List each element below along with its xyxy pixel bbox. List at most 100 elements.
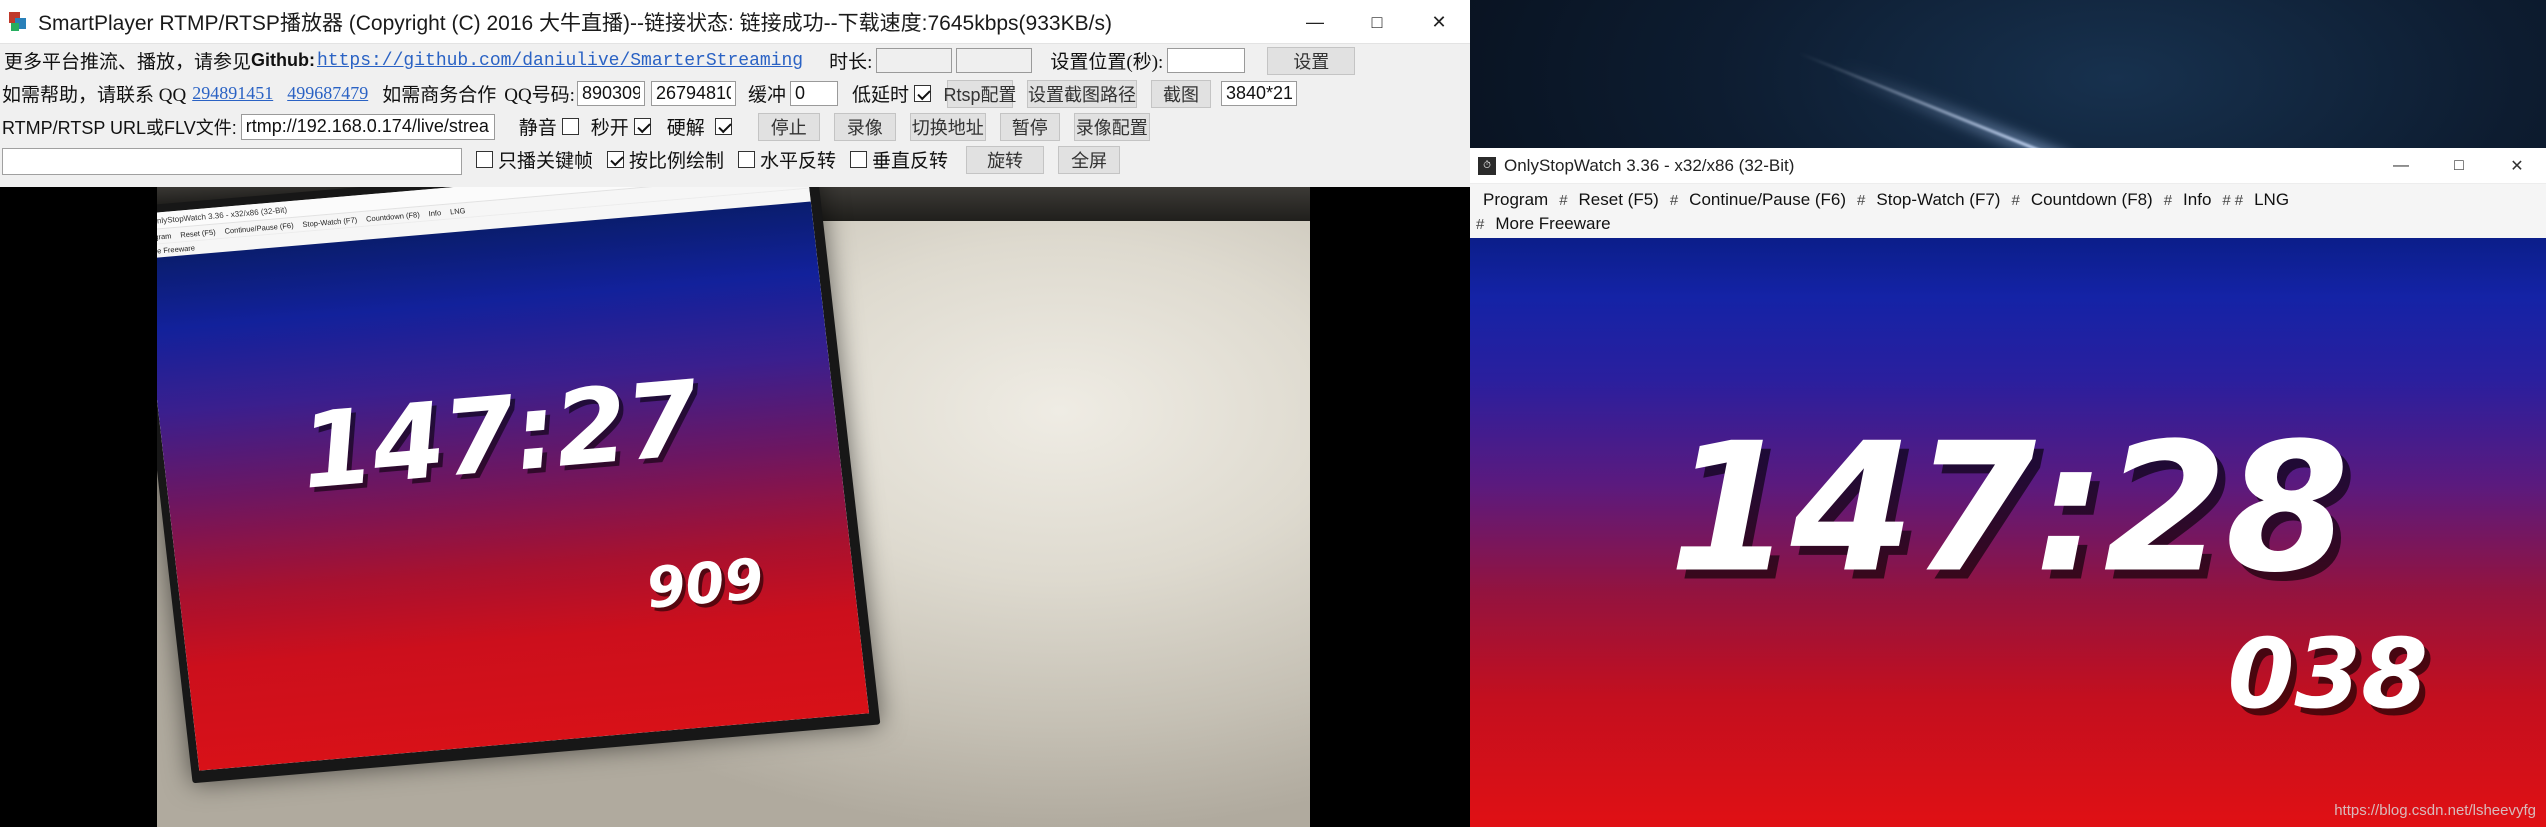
- maximize-icon[interactable]: □: [1346, 0, 1408, 44]
- fast-open-label: 秒开: [590, 118, 629, 139]
- onlystopwatch-window-controls: — □ ✕: [2372, 148, 2546, 184]
- stopwatch-display[interactable]: 147:28 038 https://blog.csdn.net/lsheevy…: [1470, 238, 2546, 827]
- qq-number-input-2[interactable]: [650, 81, 736, 106]
- inner-menu-item-lng: LNG: [449, 205, 466, 216]
- duration-input-1[interactable]: [876, 48, 953, 73]
- horizontal-flip-checkbox[interactable]: [738, 151, 756, 168]
- duration-input-2[interactable]: [956, 48, 1033, 73]
- menu-item-info[interactable]: Info: [2174, 188, 2220, 212]
- stopwatch-digits: 147:28: [1668, 404, 2349, 612]
- snapshot-path-button[interactable]: 设置截图路径: [1026, 79, 1137, 108]
- qq-number-input-1[interactable]: [576, 81, 645, 106]
- inner-menu-item-reset: Reset (F5): [179, 227, 217, 240]
- mute-label: 静音: [518, 118, 557, 139]
- qq-number-label: QQ号码:: [504, 85, 575, 106]
- snapshot-button[interactable]: 截图: [1150, 79, 1211, 108]
- keyframe-only-checkbox[interactable]: [476, 151, 493, 168]
- aspect-ratio-label: 按比例绘制: [629, 151, 725, 172]
- watermark-text: https://blog.csdn.net/lsheevyfg: [2334, 802, 2536, 819]
- status-input[interactable]: [2, 148, 462, 175]
- url-label: RTMP/RTSP URL或FLV文件:: [2, 117, 237, 138]
- menu-item-more-freeware[interactable]: More Freeware: [1486, 212, 1619, 236]
- window-controls: — □ ✕: [1284, 0, 1470, 44]
- video-preview-area[interactable]: OnlyStopWatch 3.36 - x32/x86 (32-Bit) Pr…: [0, 187, 1470, 827]
- inner-menu-item-stopwatch: Stop-Watch (F7): [301, 214, 358, 229]
- menu-separator-7: #: [2234, 191, 2244, 209]
- menu-separator-3: #: [1857, 191, 1866, 209]
- record-config-button[interactable]: 录像配置: [1073, 112, 1150, 141]
- smartplayer-window: SmartPlayer RTMP/RTSP播放器 (Copyright (C) …: [0, 0, 1470, 827]
- close-icon[interactable]: ✕: [1408, 0, 1470, 44]
- osw-maximize-icon[interactable]: □: [2430, 148, 2488, 184]
- position-input[interactable]: [1167, 48, 1246, 73]
- photographed-screen: OnlyStopWatch 3.36 - x32/x86 (32-Bit) Pr…: [157, 187, 1286, 827]
- menu-item-reset[interactable]: Reset (F5): [1570, 188, 1668, 212]
- github-link[interactable]: https://github.com/daniulive/SmarterStre…: [317, 51, 803, 71]
- pause-button[interactable]: 暂停: [999, 112, 1060, 141]
- aspect-ratio-checkbox[interactable]: [607, 151, 625, 168]
- menu-separator-5: #: [2163, 191, 2173, 209]
- keyframe-only-label: 只播关键帧: [498, 151, 594, 172]
- stopwatch-icon: ⏱: [1478, 156, 1496, 175]
- qq-link-1[interactable]: 294891451: [192, 83, 273, 104]
- stop-button[interactable]: 停止: [757, 112, 820, 141]
- menu-item-lng[interactable]: LNG: [2245, 188, 2298, 212]
- horizontal-flip-label: 水平反转: [760, 151, 837, 172]
- switch-url-button[interactable]: 切换地址: [909, 112, 986, 141]
- app-icon: [8, 11, 30, 33]
- onlystopwatch-menubar: Program # Reset (F5) # Continue/Pause (F…: [1470, 184, 2546, 238]
- inner-menu-item-countdown: Countdown (F8): [365, 209, 421, 224]
- position-label: 设置位置(秒):: [1050, 52, 1164, 73]
- onlystopwatch-title: OnlyStopWatch 3.36 - x32/x86 (32-Bit): [1504, 155, 1795, 175]
- github-label: Github:: [251, 50, 315, 70]
- mute-checkbox[interactable]: [561, 118, 579, 135]
- url-input[interactable]: [240, 113, 495, 140]
- menu-item-program[interactable]: Program: [1474, 188, 1557, 212]
- toolbar-row-1: 更多平台推流、播放，请参见 Github: https://github.com…: [0, 44, 1470, 77]
- osw-close-icon[interactable]: ✕: [2488, 148, 2546, 184]
- menu-separator-6: #: [2222, 191, 2231, 209]
- vertical-flip-label: 垂直反转: [872, 151, 949, 172]
- onlystopwatch-window: ⏱ OnlyStopWatch 3.36 - x32/x86 (32-Bit) …: [1470, 148, 2546, 827]
- resolution-input[interactable]: [1220, 81, 1297, 106]
- menu-item-continue-pause[interactable]: Continue/Pause (F6): [1680, 188, 1855, 212]
- duration-label: 时长:: [829, 52, 873, 73]
- minimize-icon[interactable]: —: [1284, 0, 1346, 44]
- toolbar-row-3: RTMP/RTSP URL或FLV文件: 静音 秒开 硬解 停止 录像 切换地址…: [0, 110, 1470, 143]
- vertical-flip-checkbox[interactable]: [850, 151, 868, 168]
- inner-timer-digits: 147:27: [294, 357, 705, 513]
- menu-separator-1: #: [1559, 191, 1568, 209]
- video-letterbox-right: [1310, 187, 1470, 827]
- menu-item-stop-watch[interactable]: Stop-Watch (F7): [1867, 188, 2009, 212]
- business-text: 如需商务合作: [382, 85, 497, 106]
- menu-separator-8: #: [1476, 215, 1485, 233]
- set-button[interactable]: 设置: [1267, 46, 1356, 75]
- osw-minimize-icon[interactable]: —: [2372, 148, 2430, 184]
- inner-menu-item-info: Info: [428, 207, 442, 218]
- menu-item-countdown[interactable]: Countdown (F8): [2022, 188, 2162, 212]
- inner-stopwatch-window: OnlyStopWatch 3.36 - x32/x86 (32-Bit) Pr…: [157, 187, 870, 771]
- menu-separator-2: #: [1669, 191, 1679, 209]
- fast-open-checkbox[interactable]: [633, 118, 651, 135]
- low-latency-checkbox[interactable]: [913, 85, 931, 102]
- intro-text: 更多平台推流、播放，请参见: [4, 52, 252, 73]
- hw-decode-checkbox[interactable]: [714, 118, 732, 135]
- record-button[interactable]: 录像: [833, 112, 896, 141]
- smartplayer-toolbar: 更多平台推流、播放，请参见 Github: https://github.com…: [0, 44, 1470, 176]
- inner-timer-milliseconds: 909: [643, 546, 767, 622]
- laptop-bezel: OnlyStopWatch 3.36 - x32/x86 (32-Bit) Pr…: [157, 187, 881, 784]
- low-latency-label: 低延时: [851, 85, 909, 106]
- toolbar-row-2: 如需帮助，请联系 QQ 294891451 499687479 如需商务合作 Q…: [0, 77, 1470, 110]
- video-letterbox-left: [0, 187, 160, 827]
- rtsp-config-button[interactable]: Rtsp配置: [943, 79, 1017, 108]
- fullscreen-button[interactable]: 全屏: [1058, 145, 1121, 174]
- help-text: 如需帮助，请联系 QQ: [2, 85, 187, 106]
- hw-decode-label: 硬解: [666, 118, 705, 139]
- buffer-label: 缓冲: [747, 85, 786, 106]
- qq-link-2[interactable]: 499687479: [287, 83, 368, 104]
- stopwatch-milliseconds: 038: [2227, 618, 2428, 730]
- rotate-button[interactable]: 旋转: [966, 145, 1045, 174]
- buffer-input[interactable]: [789, 81, 838, 106]
- onlystopwatch-titlebar: ⏱ OnlyStopWatch 3.36 - x32/x86 (32-Bit) …: [1470, 148, 2546, 184]
- smartplayer-titlebar: SmartPlayer RTMP/RTSP播放器 (Copyright (C) …: [0, 0, 1470, 44]
